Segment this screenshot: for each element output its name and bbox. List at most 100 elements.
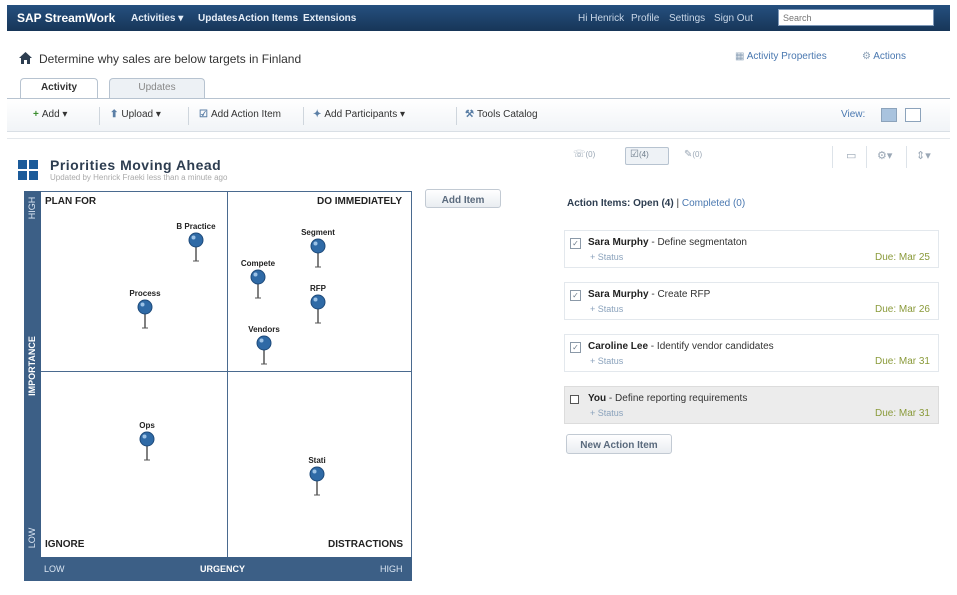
open-count-label: Action Items: Open (4) xyxy=(567,198,674,209)
top-navigation-bar: SAP StreamWork Activities ▾ Updates Acti… xyxy=(7,5,950,31)
pin-process[interactable]: Process xyxy=(115,289,175,329)
y-axis-high-label: HIGH xyxy=(27,196,37,220)
action-item-owner: Sara Murphy xyxy=(588,237,649,248)
action-item-task: - Create RFP xyxy=(648,289,711,300)
home-icon[interactable] xyxy=(19,52,32,64)
add-participants-button[interactable]: ✦ Add Participants ▾ xyxy=(313,109,405,120)
y-axis-low-label: LOW xyxy=(27,527,37,549)
nav-action-items[interactable]: Action Items xyxy=(238,13,298,24)
map-pin-icon xyxy=(250,269,266,299)
action-items-heading: Action Items: Open (4) | Completed (0) xyxy=(567,198,746,209)
pin-segment[interactable]: Segment xyxy=(288,228,348,268)
quadrant-do-immediately: DO IMMEDIATELY xyxy=(317,196,403,207)
plus-icon: + xyxy=(33,109,39,120)
map-pin-icon xyxy=(256,335,272,365)
tools-catalog-button[interactable]: ⚒ Tools Catalog xyxy=(465,109,538,120)
action-items-tab-label: ☑(4) xyxy=(630,149,649,160)
action-item-owner: Sara Murphy xyxy=(588,289,649,300)
pin-rfp[interactable]: RFP xyxy=(288,284,348,324)
action-item-icon[interactable]: ✓ xyxy=(570,290,581,301)
widget-subtitle: Updated by Henrick Fraeki less than a mi… xyxy=(50,173,228,182)
y-axis-label: IMPORTANCE xyxy=(27,336,37,396)
quadrant-plan-for: PLAN FOR xyxy=(45,196,97,207)
map-pin-icon xyxy=(309,466,325,496)
new-action-item-button[interactable]: New Action Item xyxy=(566,434,672,454)
toolbar-divider xyxy=(303,107,304,125)
widget-grid-icon xyxy=(18,160,38,180)
pin-compete[interactable]: Compete xyxy=(228,259,288,299)
actions-menu[interactable]: ⚙ Actions xyxy=(862,51,906,62)
add-item-button[interactable]: Add Item xyxy=(425,189,501,208)
participants-icon: ✦ xyxy=(313,109,322,120)
map-pin-icon xyxy=(310,294,326,324)
view-grid-icon[interactable] xyxy=(881,108,897,122)
action-item-owner: Caroline Lee xyxy=(588,341,649,352)
toolbar-divider xyxy=(456,107,457,125)
upload-button[interactable]: ⬆ Upload ▾ xyxy=(110,109,161,120)
wrench-icon: ⚒ xyxy=(465,109,474,120)
matrix-vertical-divider xyxy=(227,191,228,557)
attachments-tab[interactable]: ✎(0) xyxy=(684,149,702,160)
page-title: Determine why sales are below targets in… xyxy=(39,52,302,66)
nav-extensions[interactable]: Extensions xyxy=(303,13,356,24)
gear-icon: ⚙ xyxy=(862,51,874,62)
status-link[interactable]: + Status xyxy=(590,252,623,262)
content-divider xyxy=(7,138,950,139)
settings-icon[interactable]: ⚙▾ xyxy=(877,149,892,162)
status-link[interactable]: + Status xyxy=(590,356,623,366)
pin-vendors[interactable]: Vendors xyxy=(234,325,294,365)
chevron-down-icon: ▾ xyxy=(400,109,406,120)
pin-ops[interactable]: Ops xyxy=(117,421,177,461)
action-item-row[interactable]: ✓ Caroline Lee - Identify vendor candida… xyxy=(564,334,939,372)
window-icon[interactable]: ▭ xyxy=(846,149,856,162)
action-item-row[interactable]: You - Define reporting requirements + St… xyxy=(564,386,939,424)
status-link[interactable]: + Status xyxy=(590,408,623,418)
action-item-checkbox[interactable] xyxy=(570,395,579,404)
due-date: Due: Mar 25 xyxy=(874,252,930,263)
tab-updates[interactable]: Updates xyxy=(109,78,205,98)
search-input[interactable] xyxy=(778,9,934,26)
panel-divider xyxy=(906,146,907,168)
chevron-down-icon: ▾ xyxy=(62,109,68,120)
toolbar: + Add ▾ ⬆ Upload ▾ ☑ Add Action Item ✦ Add P… xyxy=(7,98,950,132)
panel-divider xyxy=(866,146,867,168)
comment-icon: ☏ xyxy=(573,149,586,160)
map-pin-icon xyxy=(137,299,153,329)
action-item-icon[interactable]: ✓ xyxy=(570,342,581,353)
status-link[interactable]: + Status xyxy=(590,304,623,314)
view-label: View: xyxy=(841,109,866,120)
toolbar-divider xyxy=(188,107,189,125)
x-axis-high-label: HIGH xyxy=(380,564,403,574)
due-date: Due: Mar 31 xyxy=(874,356,930,367)
y-axis-bar: HIGH IMPORTANCE LOW xyxy=(24,191,41,557)
nav-activities[interactable]: Activities ▾ xyxy=(131,13,183,24)
streamwork-logo[interactable]: SAP StreamWork xyxy=(17,11,115,25)
map-pin-icon xyxy=(310,238,326,268)
action-item-task: - Identify vendor candidates xyxy=(648,341,774,352)
quadrant-distractions: DISTRACTIONS xyxy=(328,539,403,550)
action-item-row[interactable]: ✓ Sara Murphy - Create RFP + Status Due:… xyxy=(564,282,939,320)
due-date: Due: Mar 31 xyxy=(874,408,930,419)
map-pin-icon xyxy=(188,232,204,262)
action-item-row[interactable]: ✓ Sara Murphy - Define segmentaton + Sta… xyxy=(564,230,939,268)
toolbar-divider xyxy=(99,107,100,125)
add-button[interactable]: + Add ▾ xyxy=(33,109,67,120)
greeting-link[interactable]: Hi Henrick xyxy=(578,13,624,24)
action-item-icon[interactable]: ✓ xyxy=(570,238,581,249)
view-list-icon[interactable] xyxy=(905,108,921,122)
completed-link[interactable]: Completed (0) xyxy=(682,198,745,209)
sort-icon[interactable]: ⇕▾ xyxy=(916,149,931,162)
sign-out-link[interactable]: Sign Out xyxy=(714,13,753,24)
tab-activity[interactable]: Activity xyxy=(20,78,98,98)
upload-icon: ⬆ xyxy=(110,109,119,120)
pin-b-practice[interactable]: B Practice xyxy=(166,222,226,262)
settings-link[interactable]: Settings xyxy=(669,13,705,24)
activity-properties-link[interactable]: ▦ Activity Properties xyxy=(735,51,827,62)
x-axis-low-label: LOW xyxy=(44,564,65,574)
comments-tab[interactable]: ☏(0) xyxy=(573,149,595,160)
x-axis-bar: LOW URGENCY HIGH xyxy=(24,557,412,581)
pin-stati[interactable]: Stati xyxy=(287,456,347,496)
add-action-item-button[interactable]: ☑ Add Action Item xyxy=(199,109,281,120)
nav-updates[interactable]: Updates xyxy=(198,13,237,24)
profile-link[interactable]: Profile xyxy=(631,13,659,24)
